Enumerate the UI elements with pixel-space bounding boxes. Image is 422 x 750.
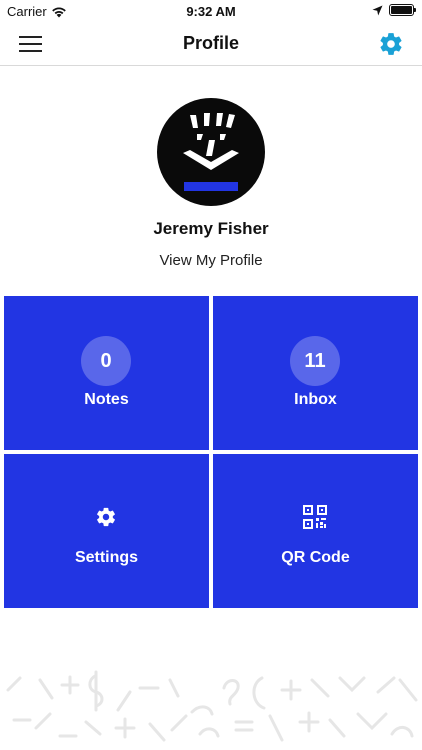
- qr-code-icon: [302, 504, 328, 530]
- status-bar: Carrier 9:32 AM: [0, 0, 422, 22]
- notes-label: Notes: [84, 391, 129, 408]
- settings-tile[interactable]: Settings: [4, 454, 209, 608]
- settings-label: Settings: [74, 549, 139, 566]
- inbox-count-badge: 11: [290, 336, 340, 386]
- location-arrow-icon: [372, 5, 383, 15]
- profile-name: Jeremy Fisher: [153, 219, 269, 238]
- inbox-tile[interactable]: 11 Inbox: [213, 296, 418, 450]
- gear-icon: [93, 504, 119, 530]
- decorative-doodle-background: [6, 670, 418, 742]
- status-time: 9:32 AM: [186, 4, 236, 19]
- notes-count-badge: 0: [81, 336, 131, 386]
- battery-icon: [389, 4, 416, 16]
- settings-button[interactable]: [378, 31, 404, 57]
- qr-code-label: QR Code: [281, 549, 350, 566]
- qr-code-tile[interactable]: QR Code: [213, 454, 418, 608]
- view-profile-link[interactable]: View My Profile: [0, 252, 422, 269]
- avatar[interactable]: [157, 98, 265, 206]
- notes-tile[interactable]: 0 Notes: [4, 296, 209, 450]
- gear-icon: [380, 33, 402, 55]
- inbox-label: Inbox: [294, 391, 337, 408]
- status-right: [372, 4, 416, 16]
- avatar-face-image: [183, 113, 239, 191]
- page-title: Profile: [182, 33, 239, 53]
- navigation-bar: Profile: [0, 22, 422, 66]
